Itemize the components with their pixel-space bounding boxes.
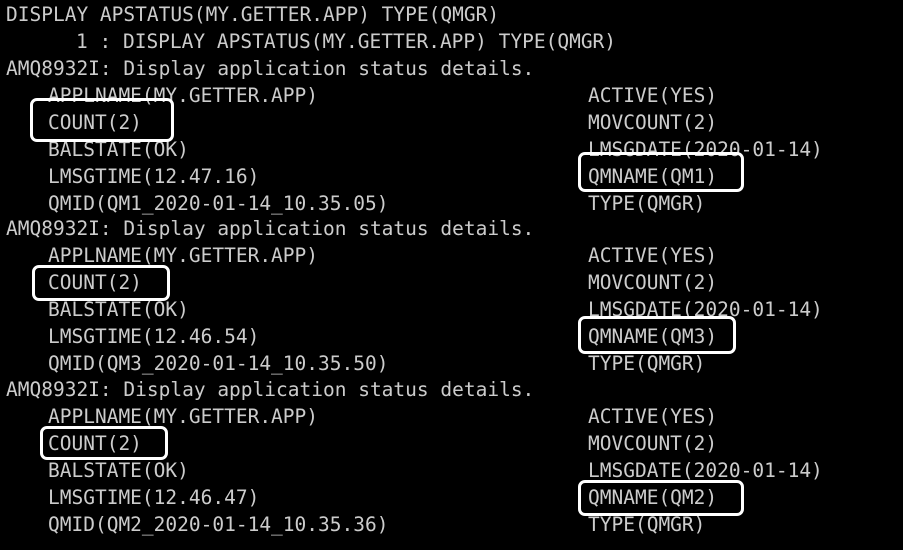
status-header: AMQ8932I: Display application status det… (6, 378, 535, 401)
qmname-highlight-box (578, 480, 744, 516)
active-field: ACTIVE(YES) (588, 405, 718, 428)
movcount-field: MOVCOUNT(2) (588, 432, 718, 455)
count-highlight-box (32, 265, 170, 301)
count-highlight-box (30, 98, 174, 142)
command-line: DISPLAY APSTATUS(MY.GETTER.APP) TYPE(QMG… (6, 3, 500, 26)
qmid-field: QMID(QM2_2020-01-14_10.35.36) (48, 513, 389, 536)
type-field: TYPE(QMGR) (588, 192, 706, 215)
type-field: TYPE(QMGR) (588, 352, 706, 375)
active-field: ACTIVE(YES) (588, 84, 718, 107)
lmsgtime-field: LMSGTIME(12.46.47) (48, 486, 260, 509)
command-echo: 1 : DISPLAY APSTATUS(MY.GETTER.APP) TYPE… (76, 30, 617, 53)
status-header: AMQ8932I: Display application status det… (6, 217, 535, 240)
movcount-field: MOVCOUNT(2) (588, 271, 718, 294)
active-field: ACTIVE(YES) (588, 244, 718, 267)
count-highlight-box (40, 426, 168, 460)
lmsgtime-field: LMSGTIME(12.46.54) (48, 325, 260, 348)
lmsgtime-field: LMSGTIME(12.47.16) (48, 165, 260, 188)
qmname-highlight-box (578, 152, 744, 192)
balstate-field: BALSTATE(OK) (48, 459, 189, 482)
terminal-window[interactable]: DISPLAY APSTATUS(MY.GETTER.APP) TYPE(QMG… (0, 0, 907, 554)
status-header: AMQ8932I: Display application status det… (6, 57, 535, 80)
qmid-field: QMID(QM1_2020-01-14_10.35.05) (48, 192, 389, 215)
movcount-field: MOVCOUNT(2) (588, 111, 718, 134)
qmname-highlight-box (578, 316, 736, 354)
qmid-field: QMID(QM3_2020-01-14_10.35.50) (48, 352, 389, 375)
